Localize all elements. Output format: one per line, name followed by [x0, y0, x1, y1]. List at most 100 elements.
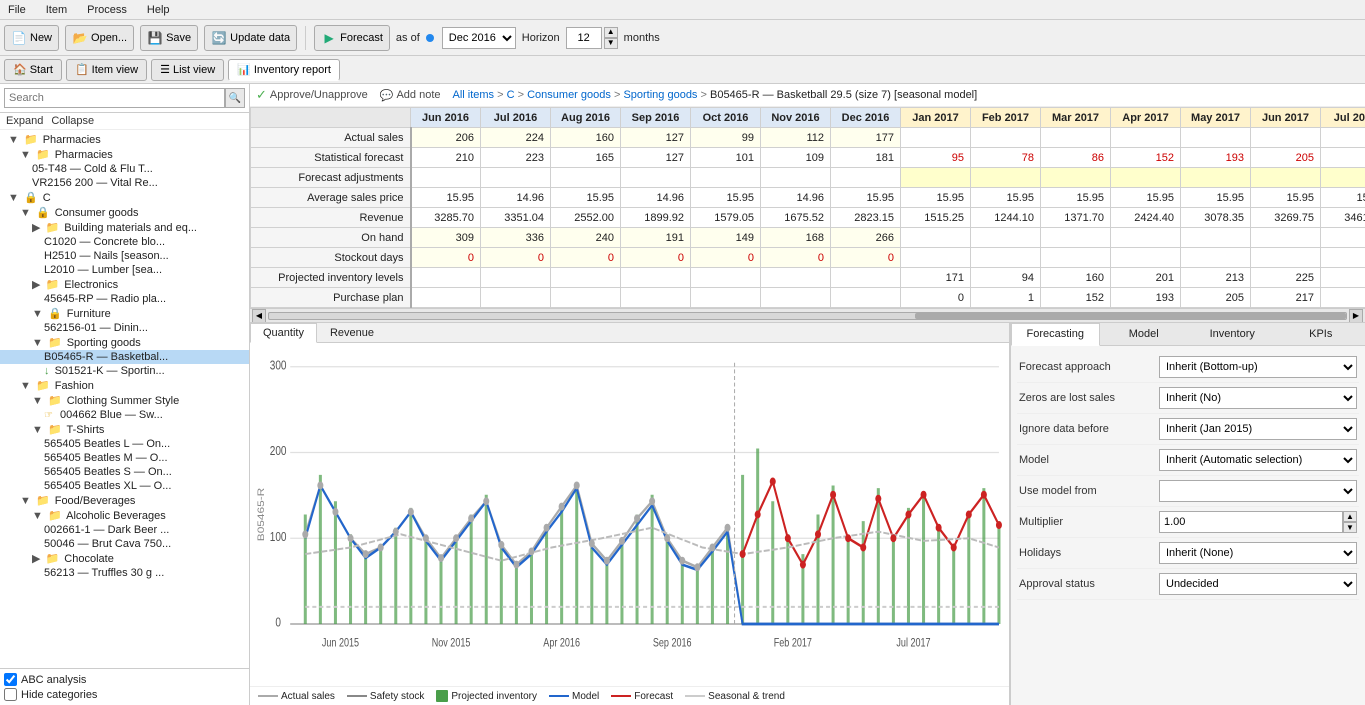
cell-revenue-13[interactable]: 3461.15 — [1321, 208, 1365, 228]
cell-purchase_plan-2[interactable] — [551, 288, 621, 308]
cell-forecast_adj-2[interactable] — [551, 168, 621, 188]
cell-on_hand-8[interactable] — [971, 228, 1041, 248]
search-button[interactable]: 🔍 — [225, 88, 245, 108]
abc-checkbox[interactable] — [4, 673, 17, 686]
tree-item-dining[interactable]: 562156-01 — Dinin... — [0, 321, 249, 335]
tree-item-fashion[interactable]: ▼ 📁 Fashion — [0, 378, 249, 393]
hide-cat-checkbox[interactable] — [4, 688, 17, 701]
cell-purchase_plan-0[interactable] — [411, 288, 481, 308]
cell-stockout_days-1[interactable]: 0 — [481, 248, 551, 268]
cell-actual_sales-1[interactable]: 224 — [481, 128, 551, 148]
tree-item-pharmacies[interactable]: ▼ 📁 Pharmacies — [0, 132, 249, 147]
cell-proj_inv-0[interactable] — [411, 268, 481, 288]
cell-revenue-9[interactable]: 1371.70 — [1041, 208, 1111, 228]
cell-proj_inv-7[interactable]: 171 — [901, 268, 971, 288]
cell-proj_inv-13[interactable]: 169 — [1321, 268, 1365, 288]
scroll-track[interactable] — [268, 312, 1347, 320]
expand-control[interactable]: Expand — [6, 115, 43, 127]
cell-forecast_adj-12[interactable] — [1251, 168, 1321, 188]
bc-allitems[interactable]: All items — [453, 89, 495, 101]
cell-on_hand-3[interactable]: 191 — [621, 228, 691, 248]
tree-item-tshirts[interactable]: ▼ 📁 T-Shirts — [0, 422, 249, 437]
tree-item-building[interactable]: ▶ 📁 Building materials and eq... — [0, 220, 249, 235]
cell-proj_inv-9[interactable]: 160 — [1041, 268, 1111, 288]
tree-item-b05465[interactable]: B05465-R — Basketbal... — [0, 350, 249, 364]
cell-stat_forecast-11[interactable]: 193 — [1181, 148, 1251, 168]
cell-revenue-3[interactable]: 1899.92 — [621, 208, 691, 228]
cell-forecast_adj-11[interactable] — [1181, 168, 1251, 188]
cell-purchase_plan-1[interactable] — [481, 288, 551, 308]
cell-proj_inv-5[interactable] — [761, 268, 831, 288]
spin-up[interactable]: ▲ — [604, 27, 618, 38]
cell-purchase_plan-12[interactable]: 217 — [1251, 288, 1321, 308]
tree-item-c1020[interactable]: C1020 — Concrete blo... — [0, 235, 249, 249]
cell-revenue-7[interactable]: 1515.25 — [901, 208, 971, 228]
cell-revenue-11[interactable]: 3078.35 — [1181, 208, 1251, 228]
cell-stockout_days-3[interactable]: 0 — [621, 248, 691, 268]
cell-actual_sales-5[interactable]: 112 — [761, 128, 831, 148]
tree-item-darkbeer[interactable]: 002661-1 — Dark Beer ... — [0, 523, 249, 537]
cell-revenue-0[interactable]: 3285.70 — [411, 208, 481, 228]
bc-c[interactable]: C — [507, 89, 515, 101]
cell-forecast_adj-10[interactable] — [1111, 168, 1181, 188]
collapse-control[interactable]: Collapse — [51, 115, 94, 127]
tree-item-chocolate[interactable]: ▶ 📁 Chocolate — [0, 551, 249, 566]
cell-purchase_plan-3[interactable] — [621, 288, 691, 308]
cell-forecast_adj-8[interactable] — [971, 168, 1041, 188]
cell-stat_forecast-4[interactable]: 101 — [691, 148, 761, 168]
cell-stockout_days-7[interactable] — [901, 248, 971, 268]
cell-on_hand-5[interactable]: 168 — [761, 228, 831, 248]
cell-forecast_adj-4[interactable] — [691, 168, 761, 188]
cell-avg_price-6[interactable]: 15.95 — [831, 188, 901, 208]
settings-select-0[interactable]: Inherit (Bottom-up) — [1159, 356, 1357, 378]
settings-select-2[interactable]: Inherit (Jan 2015) — [1159, 418, 1357, 440]
cell-avg_price-2[interactable]: 15.95 — [551, 188, 621, 208]
settings-select-4[interactable] — [1159, 480, 1357, 502]
cell-revenue-6[interactable]: 2823.15 — [831, 208, 901, 228]
tree-item-alc[interactable]: ▼ 📁 Alcoholic Beverages — [0, 508, 249, 523]
tab-forecasting[interactable]: Forecasting — [1011, 323, 1100, 346]
cell-proj_inv-10[interactable]: 201 — [1111, 268, 1181, 288]
tree-item-c[interactable]: ▼ 🔒 C — [0, 190, 249, 205]
cell-forecast_adj-6[interactable] — [831, 168, 901, 188]
cell-on_hand-11[interactable] — [1181, 228, 1251, 248]
scroll-right-button[interactable]: ▶ — [1349, 309, 1363, 323]
tree-item-l2010[interactable]: L2010 — Lumber [sea... — [0, 263, 249, 277]
settings-input-5[interactable] — [1159, 511, 1343, 533]
bc-sporting[interactable]: Sporting goods — [623, 89, 697, 101]
forecast-button[interactable]: ▶ Forecast — [314, 25, 390, 51]
cell-proj_inv-12[interactable]: 225 — [1251, 268, 1321, 288]
save-button[interactable]: 💾 Save — [140, 25, 198, 51]
cell-forecast_adj-3[interactable] — [621, 168, 691, 188]
tree-item-consumer[interactable]: ▼ 🔒 Consumer goods — [0, 205, 249, 220]
cell-purchase_plan-13[interactable]: 161 — [1321, 288, 1365, 308]
menu-file[interactable]: File — [4, 2, 30, 18]
abc-analysis-row[interactable]: ABC analysis — [4, 673, 245, 686]
tree-item-beatless[interactable]: 565405 Beatles S — On... — [0, 465, 249, 479]
cell-stockout_days-13[interactable] — [1321, 248, 1365, 268]
search-input[interactable] — [4, 88, 225, 108]
cell-stockout_days-4[interactable]: 0 — [691, 248, 761, 268]
cell-purchase_plan-4[interactable] — [691, 288, 761, 308]
cell-stat_forecast-7[interactable]: 95 — [901, 148, 971, 168]
cell-avg_price-12[interactable]: 15.95 — [1251, 188, 1321, 208]
tree-item-foodbev[interactable]: ▼ 📁 Food/Beverages — [0, 493, 249, 508]
tab-kpis[interactable]: KPIs — [1277, 323, 1365, 345]
cell-avg_price-1[interactable]: 14.96 — [481, 188, 551, 208]
cell-forecast_adj-1[interactable] — [481, 168, 551, 188]
cell-purchase_plan-5[interactable] — [761, 288, 831, 308]
forecast-date-select[interactable]: Dec 2016 — [442, 27, 516, 49]
cell-actual_sales-3[interactable]: 127 — [621, 128, 691, 148]
list-view-button[interactable]: ☰ List view — [151, 59, 224, 81]
bc-consumer[interactable]: Consumer goods — [527, 89, 611, 101]
cell-avg_price-5[interactable]: 14.96 — [761, 188, 831, 208]
tree-item-beatlesm[interactable]: 565405 Beatles M — O... — [0, 451, 249, 465]
tree-item-t48[interactable]: 05-T48 — Cold & Flu T... — [0, 162, 249, 176]
tree-item-brutcava[interactable]: 50046 — Brut Cava 750... — [0, 537, 249, 551]
cell-avg_price-13[interactable]: 15.95 — [1321, 188, 1365, 208]
cell-actual_sales-7[interactable] — [901, 128, 971, 148]
cell-stat_forecast-2[interactable]: 165 — [551, 148, 621, 168]
tree-item-radio[interactable]: 45645-RP — Radio pla... — [0, 292, 249, 306]
inventory-report-button[interactable]: 📊 Inventory report — [228, 59, 340, 81]
tree-item-clothing[interactable]: ▼ 📁 Clothing Summer Style — [0, 393, 249, 408]
